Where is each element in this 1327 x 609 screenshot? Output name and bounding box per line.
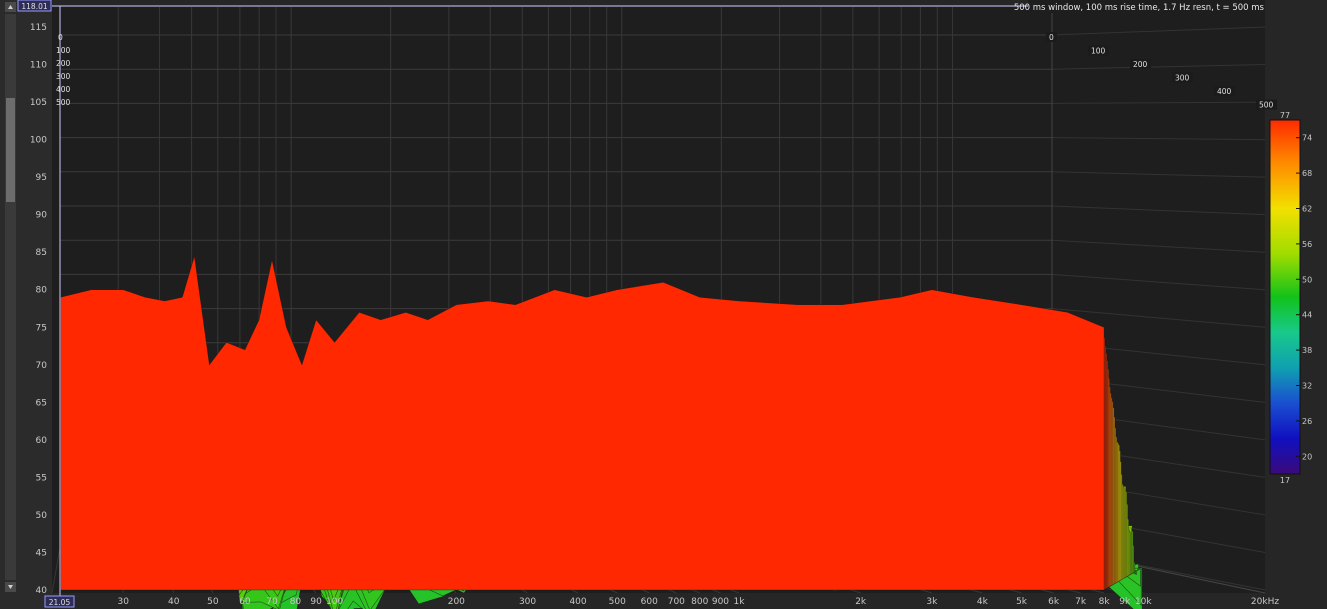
time-label-right: 0 (1049, 33, 1054, 42)
time-label-left: 100 (56, 46, 71, 55)
time-label-right: 300 (1175, 74, 1190, 83)
y-tick-label: 80 (36, 286, 48, 296)
x-tick-label: 200 (448, 597, 465, 607)
y-tick-label: 90 (36, 211, 48, 221)
y-tick-label: 95 (36, 173, 47, 183)
x-tick-label: 5k (1016, 597, 1028, 607)
y-tick-label: 55 (36, 473, 47, 483)
x-tick-label: 800 (691, 597, 708, 607)
colorbar-tick-label: 20 (1302, 452, 1312, 461)
waterfall-chart: 40 45 50 55 60 65 70 75 80 85 90 95 100 105 110 115 30 40… (0, 0, 1312, 609)
x-tick-label: 90 (310, 597, 322, 607)
x-tick-label: 50 (207, 597, 219, 607)
time-label-right: 500 (1259, 101, 1274, 110)
y-tick-label: 100 (30, 136, 47, 146)
y-tick-label: 50 (36, 511, 48, 521)
x-tick-label: 10k (1135, 597, 1152, 607)
x-tick-label: 1k (733, 597, 745, 607)
colorbar-tick-label: 50 (1302, 275, 1312, 284)
x-tick-label: 400 (569, 597, 586, 607)
y-tick-label: 65 (36, 398, 47, 408)
colorbar-top-label: 77 (1280, 111, 1290, 120)
colorbar-tick-label: 74 (1302, 134, 1312, 143)
y-tick-label: 115 (30, 23, 47, 33)
colorbar-tick-label: 32 (1302, 382, 1312, 391)
x-tick-label: 60 (239, 597, 251, 607)
x-readout: 21.05 (49, 598, 71, 607)
y-tick-label: 70 (36, 361, 48, 371)
x-tick-label: 2k (855, 597, 867, 607)
y-tick-label: 45 (36, 548, 47, 558)
x-tick-label: 7k (1075, 597, 1087, 607)
colorbar-tick-label: 26 (1302, 417, 1312, 426)
colorbar-tick-label: 56 (1302, 240, 1312, 249)
x-tick-label: 6k (1048, 597, 1060, 607)
y-tick-label: 110 (30, 61, 47, 71)
x-tick-label: 500 (609, 597, 626, 607)
time-label-right: 100 (1091, 47, 1106, 56)
colorbar-tick-label: 62 (1302, 205, 1312, 214)
time-label-right: 200 (1133, 60, 1148, 69)
time-label-left: 200 (56, 59, 71, 68)
y-tick-label: 40 (36, 586, 48, 596)
x-tick-label: 100 (326, 597, 343, 607)
scrollbar-thumb[interactable] (6, 98, 15, 202)
x-tick-label: 900 (712, 597, 729, 607)
colorbar (1269, 119, 1301, 475)
y-tick-label: 75 (36, 323, 47, 333)
y-readout: 118.01 (21, 2, 47, 11)
x-tick-label: 30 (117, 597, 129, 607)
x-tick-label: 3k (926, 597, 938, 607)
y-tick-label: 60 (36, 436, 48, 446)
x-tick-label: 80 (290, 597, 302, 607)
time-label-left: 500 (56, 98, 71, 107)
x-tick-label: 8k (1099, 597, 1111, 607)
colorbar-tick-label: 68 (1302, 169, 1312, 178)
time-label-right: 400 (1217, 87, 1232, 96)
time-label-left: 400 (56, 85, 71, 94)
time-label-left: 300 (56, 72, 71, 81)
chart-title: 500 ms window, 100 ms rise time, 1.7 Hz … (1014, 3, 1265, 13)
x-tick-label: 40 (168, 597, 180, 607)
x-tick-label: 700 (668, 597, 685, 607)
x-tick-label: 600 (641, 597, 658, 607)
x-tick-label: 20kHz (1251, 597, 1279, 607)
x-tick-label: 70 (266, 597, 278, 607)
y-tick-label: 105 (30, 98, 47, 108)
colorbar-tick-label: 38 (1302, 346, 1312, 355)
y-tick-label: 85 (36, 248, 47, 258)
x-tick-label: 4k (977, 597, 989, 607)
x-tick-label: 9k (1119, 597, 1131, 607)
x-tick-label: 300 (519, 597, 536, 607)
colorbar-tick-label: 44 (1302, 311, 1312, 320)
colorbar-bottom-label: 17 (1280, 476, 1290, 485)
